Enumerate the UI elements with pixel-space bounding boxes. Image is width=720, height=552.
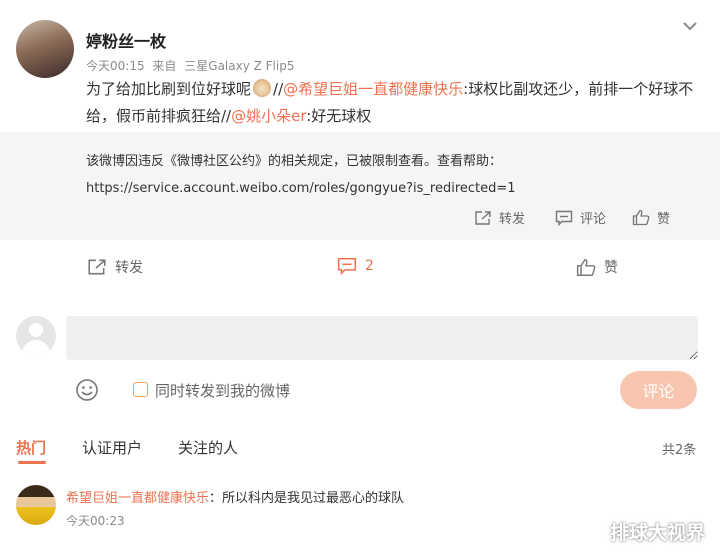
comment-time: 今天00:23: [66, 514, 125, 528]
chevron-down-icon[interactable]: [680, 16, 700, 36]
comment-text: 所以科内是我见过最恶心的球队: [222, 491, 405, 506]
comment-icon: [555, 210, 573, 226]
tab-hot[interactable]: 热门: [16, 437, 46, 458]
post-text-part: 为了给加比刷到位好球呢: [86, 80, 252, 98]
repost-forward-label: 转发: [499, 212, 526, 227]
sync-repost-label[interactable]: 同时转发到我的微博: [155, 380, 290, 401]
post-text-part: //: [273, 80, 284, 98]
post-time[interactable]: 今天00:15: [86, 59, 145, 73]
post-source: 三星Galaxy Z Flip5: [184, 59, 295, 73]
author-avatar[interactable]: [16, 20, 74, 78]
comment-input[interactable]: [66, 316, 698, 360]
like-label: 赞: [604, 260, 618, 276]
share-icon: [475, 210, 491, 225]
watermark: 排球大视界: [610, 522, 706, 544]
sync-repost-checkbox[interactable]: [133, 382, 148, 397]
help-link[interactable]: https://service.account.weibo.com/roles/…: [86, 181, 516, 196]
share-icon: [88, 259, 106, 275]
commenter-name[interactable]: 希望巨姐一直都健康快乐: [66, 491, 209, 506]
current-user-avatar: [16, 316, 56, 356]
restricted-notice: 该微博因违反《微博社区公约》的相关规定，已被限制查看。查看帮助：: [86, 154, 503, 169]
repost-comment-button[interactable]: 评论: [555, 208, 606, 227]
tab-verified-users[interactable]: 认证用户: [82, 437, 142, 458]
comment-icon: [337, 258, 357, 275]
thumbs-up-icon: [576, 258, 596, 276]
forward-button[interactable]: 转发: [87, 257, 143, 277]
post-text-part: :好无球权: [306, 107, 372, 125]
comment-total: 共2条: [662, 443, 697, 458]
post-source-prefix: 来自: [152, 59, 177, 73]
thumbs-up-icon: [632, 209, 650, 226]
repost-comment-label: 评论: [580, 212, 607, 227]
mention-link[interactable]: @希望巨姐一直都健康快乐: [283, 80, 463, 98]
author-name[interactable]: 婷粉丝一枚: [86, 28, 166, 52]
cat-emoji-icon: [253, 79, 272, 97]
comment-button[interactable]: 2: [337, 257, 374, 275]
commenter-avatar[interactable]: [16, 485, 56, 525]
repost-like-label: 赞: [657, 212, 671, 227]
mention-link[interactable]: @姚小朵er: [231, 107, 306, 125]
repost-like-button[interactable]: 赞: [632, 208, 670, 227]
forward-label: 转发: [115, 260, 143, 276]
active-tab-indicator: [18, 461, 46, 464]
submit-comment-button[interactable]: 评论: [620, 371, 697, 409]
like-button[interactable]: 赞: [576, 257, 618, 277]
list-item: 希望巨姐一直都健康快乐：所以科内是我见过最恶心的球队: [66, 487, 404, 506]
comment-count: 2: [365, 258, 374, 274]
post-meta: 今天00:15 来自 三星Galaxy Z Flip5: [86, 57, 298, 74]
emoji-icon[interactable]: [75, 378, 99, 402]
repost-forward-button[interactable]: 转发: [474, 208, 525, 227]
post-text: 为了给加比刷到位好球呢//@希望巨姐一直都健康快乐:球权比副攻还少，前排一个好球…: [86, 76, 706, 130]
comment-separator: ：: [209, 491, 223, 506]
tab-following[interactable]: 关注的人: [178, 437, 238, 458]
